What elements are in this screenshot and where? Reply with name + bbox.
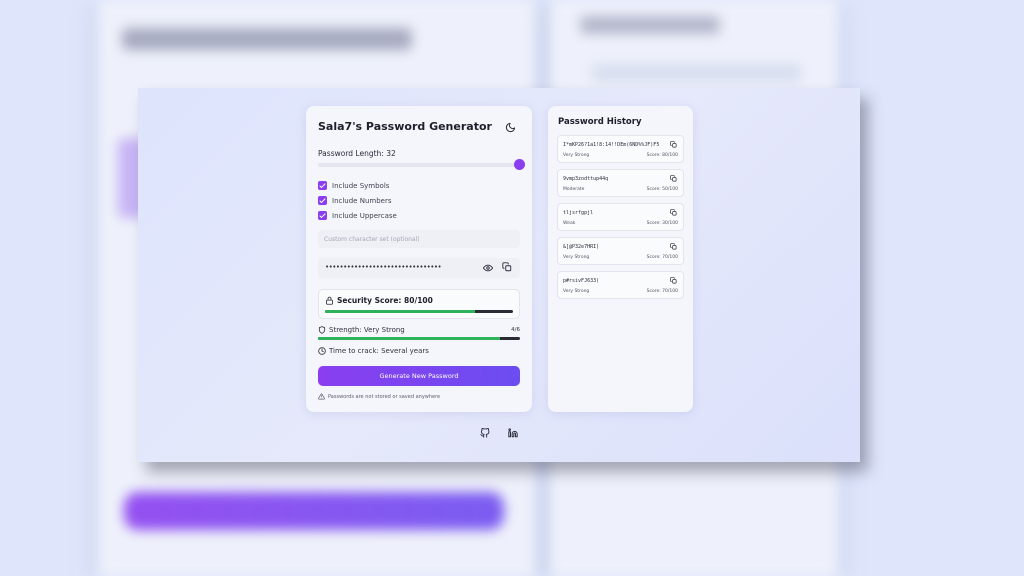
backdrop-row	[592, 64, 802, 82]
length-label: Password Length: 32	[318, 149, 396, 158]
security-score-box: Security Score: 80/100	[318, 289, 520, 319]
history-card: Password History I*mKP26?1a1!8:14!!DEm(6…	[548, 106, 693, 412]
history-strength: Very Strong	[563, 153, 590, 158]
custom-charset-input[interactable]	[318, 230, 520, 248]
moon-icon[interactable]	[505, 122, 516, 133]
history-item[interactable]: 9vmp3zodttup44q Moderate Score: 50/100	[557, 169, 684, 197]
shield-icon	[318, 326, 326, 334]
history-title: Password History	[558, 117, 642, 127]
history-score: Score: 70/100	[646, 289, 678, 294]
history-password: p#rsivFJ633(	[563, 278, 600, 284]
history-password: 9vmp3zodttup44q	[563, 176, 609, 182]
option-label: Include Numbers	[332, 196, 392, 205]
uppercase-checkbox[interactable]	[318, 211, 327, 220]
linkedin-icon[interactable]	[508, 428, 518, 438]
option-numbers[interactable]: Include Numbers	[318, 196, 391, 205]
option-label: Include Symbols	[332, 181, 390, 190]
strength-count: 4/6	[511, 327, 520, 333]
lock-icon	[325, 296, 334, 305]
slider-thumb[interactable]	[514, 159, 525, 170]
app-screen: Sala7's Password Generator Password Leng…	[138, 88, 860, 462]
copy-icon[interactable]	[670, 277, 677, 284]
backdrop-title	[122, 28, 412, 50]
history-password: &[@P32e7HRI)	[563, 244, 600, 250]
history-score: Score: 80/100	[646, 153, 678, 158]
strength-fill	[318, 337, 500, 340]
backdrop-button	[124, 492, 504, 530]
page-title: Sala7's Password Generator	[318, 120, 492, 133]
history-item[interactable]: I*mKP26?1a1!8:14!!DEm(6ND%%JF)F5 Very St…	[557, 135, 684, 163]
security-score: Security Score: 80/100	[337, 296, 433, 305]
generate-password-button[interactable]: Generate New Password	[318, 366, 520, 386]
eye-icon[interactable]	[483, 263, 493, 273]
generator-card: Sala7's Password Generator Password Leng…	[306, 106, 532, 412]
history-item[interactable]: tljsrfgpjl Weak Score: 30/100	[557, 203, 684, 231]
option-symbols[interactable]: Include Symbols	[318, 181, 389, 190]
copy-icon[interactable]	[670, 209, 677, 216]
history-password: I*mKP26?1a1!8:14!!DEm(6ND%%JF)F5	[563, 142, 660, 148]
strength-label: Strength: Very Strong	[329, 326, 405, 334]
copy-icon[interactable]	[670, 243, 677, 250]
symbols-checkbox[interactable]	[318, 181, 327, 190]
length-slider[interactable]	[318, 159, 525, 170]
history-strength: Weak	[563, 221, 576, 226]
copy-icon[interactable]	[502, 262, 512, 272]
copy-icon[interactable]	[670, 175, 677, 182]
security-score-bar	[325, 310, 513, 313]
history-strength: Very Strong	[563, 255, 590, 260]
option-uppercase[interactable]: Include Uppercase	[318, 211, 397, 220]
history-score: Score: 50/100	[646, 187, 678, 192]
backdrop-title-right	[580, 16, 720, 34]
history-password: tljsrfgpjl	[563, 210, 594, 216]
history-strength: Moderate	[563, 187, 585, 192]
github-icon[interactable]	[480, 428, 490, 438]
security-score-fill	[325, 310, 476, 313]
clock-icon	[318, 347, 326, 355]
warning-icon	[318, 393, 325, 400]
option-label: Include Uppercase	[332, 211, 397, 220]
crack-time: Time to crack: Several years	[329, 347, 429, 355]
strength-bar	[318, 337, 520, 340]
privacy-note: Passwords are not stored or saved anywhe…	[328, 394, 441, 400]
password-value: ••••••••••••••••••••••••••••••••	[325, 263, 442, 271]
history-score: Score: 70/100	[646, 255, 678, 260]
history-item[interactable]: &[@P32e7HRI) Very Strong Score: 70/100	[557, 237, 684, 265]
history-score: Score: 30/100	[646, 221, 678, 226]
copy-icon[interactable]	[670, 141, 677, 148]
password-field[interactable]: ••••••••••••••••••••••••••••••••	[318, 258, 520, 278]
history-item[interactable]: p#rsivFJ633( Very Strong Score: 70/100	[557, 271, 684, 299]
history-strength: Very Strong	[563, 289, 590, 294]
numbers-checkbox[interactable]	[318, 196, 327, 205]
